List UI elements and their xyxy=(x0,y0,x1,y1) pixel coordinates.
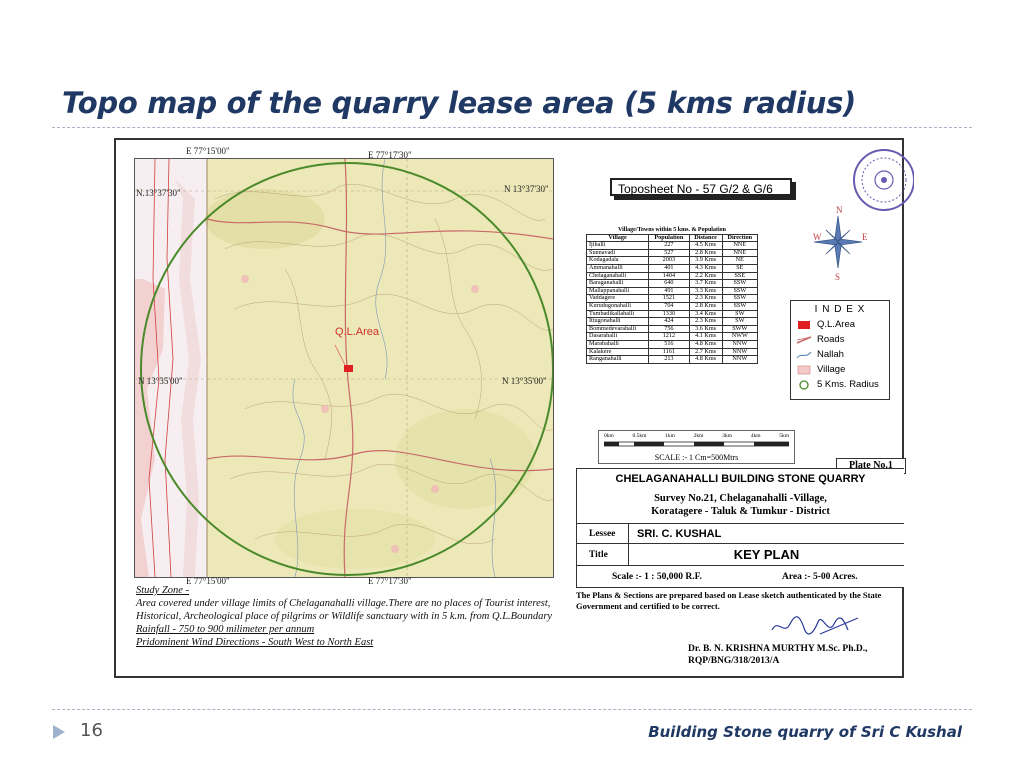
table-cell: Kurudugonahalli xyxy=(585,301,650,311)
footer-text: Building Stone quarry of Sri C Kushal xyxy=(648,723,962,741)
survey-line-1: Survey No.21, Chelaganahalli -Village, xyxy=(654,493,827,504)
scale-tick: 0km xyxy=(604,433,614,439)
slide-title: Topo map of the quarry lease area (5 kms… xyxy=(62,86,857,120)
table-cell: NNW xyxy=(721,355,759,364)
lease-area-label: Q.L.Area xyxy=(335,326,380,338)
scale-tick: 5km xyxy=(779,433,789,439)
legend-item-ql-area: Q.L.Area xyxy=(796,317,884,332)
table-cell: 213 xyxy=(648,355,690,364)
study-zone-title: Study Zone - xyxy=(136,585,190,596)
scale-bar: 0km 0.5km 1km 2km 3km 4km 5km SCALE :- 1… xyxy=(598,430,795,464)
village-table-body: Ijihalli 227 4.5 Kms NNE Sunnavadi 527 2.8 Kms… xyxy=(585,241,759,364)
wind-text: Pridominent Wind Directions - South West… xyxy=(136,637,374,648)
compass-e: E xyxy=(862,232,868,242)
signer-reg: RQP/BNG/318/2013/A xyxy=(688,656,780,666)
legend-item-village: Village xyxy=(796,362,884,377)
topo-map: Q.L.Area xyxy=(134,158,554,578)
lessee-row: Lessee SRI. C. KUSHAL xyxy=(577,523,904,544)
seal-stamp xyxy=(853,149,914,211)
table-cell: 2.8 Kms xyxy=(688,301,723,311)
study-zone-text: Area covered under village limits of Che… xyxy=(136,598,553,622)
coord-right-top: N 13°37'30" xyxy=(504,184,549,194)
title-block: CHELAGANAHALLI BUILDING STONE QUARRY Sur… xyxy=(576,468,904,588)
legend-label: Roads xyxy=(817,334,845,345)
table-cell: 4.3 Kms xyxy=(688,263,723,273)
rainfall-text: Rainfall - 750 to 900 milimeter per annu… xyxy=(136,624,315,635)
map-sheet: Q.L.Area E 77°15'00" E 77°17'30" E 77°15… xyxy=(114,138,914,678)
legend-item-radius: 5 Kms. Radius xyxy=(796,377,884,392)
lessee-label: Lessee xyxy=(577,524,629,544)
table-cell: Ranganahalli xyxy=(585,355,650,364)
table-row: Kurudugonahalli 704 2.8 Kms SSW xyxy=(585,301,759,311)
scale-tick: 1km xyxy=(665,433,675,439)
table-cell: SSW xyxy=(721,301,759,311)
coord-top-left: E 77°15'00" xyxy=(186,146,230,156)
index-title: I N D E X xyxy=(814,304,866,315)
legend-item-nallah: Nallah xyxy=(796,347,884,362)
title-divider xyxy=(52,127,972,128)
scale-bar-graphic xyxy=(604,441,789,447)
village-symbol-icon xyxy=(796,365,812,375)
signer-name: Dr. B. N. KRISHNA MURTHY M.Sc. Ph.D., xyxy=(688,644,868,654)
scale-tick: 0.5km xyxy=(632,433,647,439)
legend-item-roads: Roads xyxy=(796,332,884,347)
area-value: Area :- 5-00 Acres. xyxy=(782,572,858,582)
table-cell: Ammanahalli xyxy=(585,263,650,273)
table-cell: 4.8 Kms xyxy=(688,339,723,349)
table-cell: SE xyxy=(721,263,759,273)
title-value: KEY PLAN xyxy=(733,547,800,562)
table-cell: 704 xyxy=(648,301,690,311)
scale-tick: 3km xyxy=(722,433,732,439)
table-row: Ammanahalli 401 4.3 Kms SE xyxy=(585,263,759,273)
radius-circle-symbol-icon xyxy=(796,379,812,390)
title-label: Title xyxy=(577,544,629,566)
survey-line-2: Koratagere - Taluk & Tumkur - District xyxy=(651,506,830,517)
lessee-value: SRI. C. KUSHAL xyxy=(637,528,722,540)
signature-graphic xyxy=(771,616,859,635)
table-row: Ranganahalli 213 4.8 Kms NNW xyxy=(585,355,759,364)
page-number: 16 xyxy=(80,720,103,741)
topo-map-graphic xyxy=(135,159,553,577)
scale-tick: 4km xyxy=(750,433,761,439)
certification-note: The Plans & Sections are prepared based … xyxy=(576,590,882,611)
slide-bullet-icon xyxy=(53,725,65,739)
compass-w: W xyxy=(813,232,822,242)
study-zone: Study Zone - Area covered under village … xyxy=(136,584,566,649)
table-cell: 4.8 Kms xyxy=(688,355,723,364)
roads-symbol-icon xyxy=(796,335,812,345)
legend-label: 5 Kms. Radius xyxy=(817,379,879,390)
coord-top-right: E 77°17'30" xyxy=(368,150,412,160)
table-cell: 516 xyxy=(648,339,690,349)
table-cell: NNW xyxy=(721,339,759,349)
scale-label: SCALE :- 1 Cm=500Mtrs xyxy=(654,453,739,462)
coord-right-mid: N 13°35'00" xyxy=(502,376,547,386)
lease-area-symbol-icon xyxy=(796,320,812,330)
coord-left-mid: N 13°35'00" xyxy=(138,376,183,386)
toposheet-label: Toposheet No - 57 G/2 & G/6 xyxy=(610,178,792,196)
signer-block: Dr. B. N. KRISHNA MURTHY M.Sc. Ph.D., RQ… xyxy=(688,643,867,667)
rf-scale: Scale :- 1 : 50,000 R.F. xyxy=(612,572,702,582)
footer-divider xyxy=(52,709,972,710)
table-row: Marabahalli 516 4.8 Kms NNW xyxy=(585,339,759,349)
scale-area-row: Scale :- 1 : 50,000 R.F. Area :- 5-00 Ac… xyxy=(577,565,904,588)
nallah-symbol-icon xyxy=(796,350,812,360)
legend-label: Nallah xyxy=(817,349,844,360)
legend-label: Village xyxy=(817,364,846,375)
compass-n: N xyxy=(836,205,843,215)
compass-s: S xyxy=(835,272,841,282)
coord-left-top: N.13°37'30" xyxy=(136,188,181,198)
village-table: Village/Towns within 5 kms. & Population… xyxy=(585,227,759,364)
table-cell: 401 xyxy=(648,263,690,273)
scale-tick: 2km xyxy=(693,433,704,439)
quarry-name: CHELAGANAHALLI BUILDING STONE QUARRY xyxy=(615,473,866,485)
title-row: Title KEY PLAN xyxy=(577,543,904,566)
index-legend: I N D E X Q.L.Area Roads Nallah Village … xyxy=(790,300,890,400)
legend-label: Q.L.Area xyxy=(817,319,856,330)
table-cell: Marabahalli xyxy=(585,339,650,349)
